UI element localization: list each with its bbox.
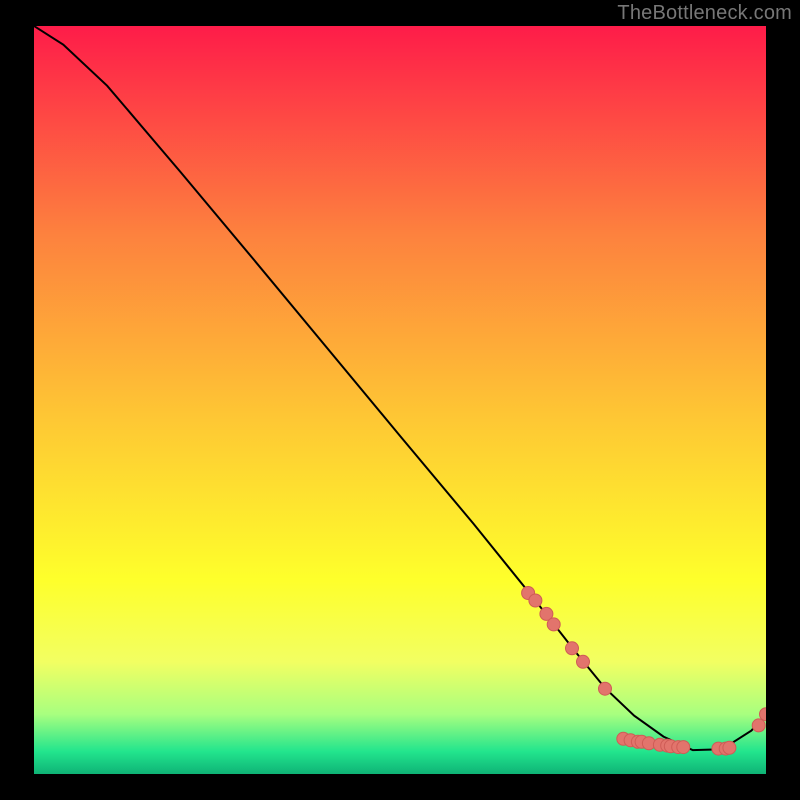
data-marker	[566, 642, 579, 655]
data-marker	[577, 655, 590, 668]
gradient-background	[34, 26, 766, 774]
chart-svg	[34, 26, 766, 774]
data-marker	[677, 741, 690, 754]
data-marker	[599, 682, 612, 695]
data-marker	[547, 618, 560, 631]
chart-stage: TheBottleneck.com	[0, 0, 800, 800]
plot-area	[34, 26, 766, 774]
data-marker	[752, 719, 765, 732]
data-marker	[529, 594, 542, 607]
watermark-text: TheBottleneck.com	[617, 2, 792, 25]
data-marker	[723, 741, 736, 754]
